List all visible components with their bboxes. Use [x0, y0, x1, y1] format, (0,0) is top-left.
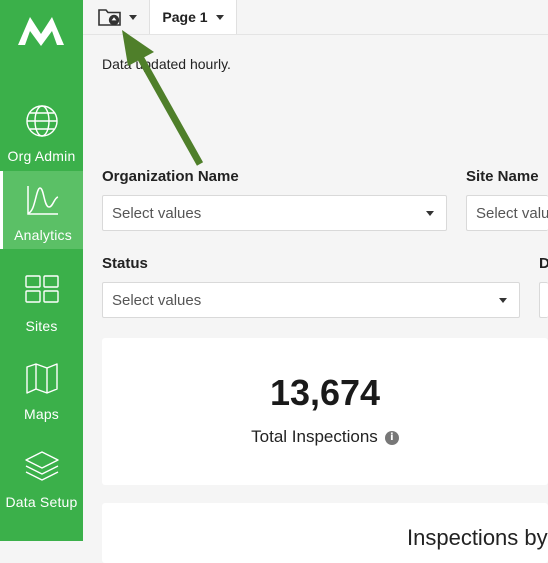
sidebar-item-label: Org Admin: [7, 148, 76, 164]
sidebar-item-maps[interactable]: Maps: [0, 350, 83, 428]
status-filter-label: Status: [102, 255, 148, 272]
sidebar-item-label: Sites: [25, 318, 58, 334]
sidebar-item-data-setup[interactable]: Data Setup: [0, 438, 83, 516]
sidebar-item-sites[interactable]: Sites: [0, 262, 83, 340]
sidebar-item-analytics[interactable]: Analytics: [0, 171, 83, 249]
chevron-down-icon: [499, 298, 507, 303]
chevron-down-icon: [129, 14, 137, 20]
fourth-filter-select[interactable]: [539, 282, 548, 318]
organization-filter-label: Organization Name: [102, 168, 239, 185]
folder-upload-icon: [98, 9, 121, 26]
select-placeholder: Select values: [112, 204, 202, 222]
sidebar-item-label: Data Setup: [5, 494, 78, 510]
sidebar-item-org-admin[interactable]: Org Admin: [0, 92, 83, 170]
info-icon[interactable]: i: [384, 430, 399, 445]
fourth-filter-label: D: [539, 255, 548, 272]
tab-label: Page 1: [162, 9, 208, 25]
grid-icon: [24, 275, 59, 303]
globe-icon: [25, 105, 58, 137]
site-filter-label: Site Name: [466, 168, 539, 185]
card-title: Inspections by: [407, 525, 548, 550]
folder-menu-button[interactable]: [89, 0, 145, 34]
data-refresh-note: Data updated hourly.: [102, 56, 231, 72]
analytics-chart-icon: [27, 186, 59, 215]
map-icon: [25, 363, 58, 394]
main-content: Page 1 Data updated hourly. Organization…: [83, 0, 548, 563]
total-inspections-card: 13,674 Total Inspections i: [102, 338, 548, 485]
logo-icon[interactable]: [16, 12, 66, 48]
chevron-down-icon: [426, 211, 434, 216]
tab-page-1[interactable]: Page 1: [149, 0, 237, 34]
layers-icon: [24, 451, 59, 481]
kpi-value: 13,674: [269, 372, 381, 413]
status-select[interactable]: Select values: [102, 282, 520, 318]
sidebar: Org Admin Analytics Sites Maps Data Setu…: [0, 0, 83, 541]
site-select[interactable]: Select values: [466, 195, 548, 231]
report-toolbar: Page 1: [83, 0, 548, 35]
select-placeholder: Select values: [112, 291, 202, 309]
kpi-label: Total Inspections: [251, 427, 378, 446]
kpi-label-row: Total Inspections i: [102, 427, 548, 447]
sidebar-item-label: Maps: [23, 406, 60, 422]
organization-select[interactable]: Select values: [102, 195, 447, 231]
sidebar-item-label: Analytics: [14, 227, 72, 243]
select-placeholder: Select values: [476, 204, 548, 222]
chevron-down-icon: [215, 14, 224, 20]
inspections-by-card: Inspections by: [102, 503, 548, 563]
